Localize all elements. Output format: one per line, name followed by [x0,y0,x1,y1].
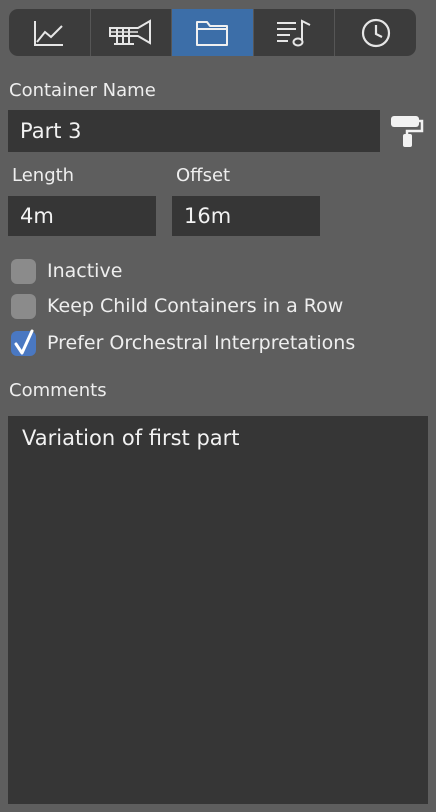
tab-timing[interactable] [335,9,416,56]
comments-textarea[interactable]: Variation of first part [8,416,428,804]
offset-field[interactable]: 16m [172,196,320,236]
tab-container[interactable] [172,9,254,56]
paint-roller-icon[interactable] [389,113,425,153]
tab-arrangement[interactable] [254,9,336,56]
keep-row-checkbox[interactable] [11,293,36,319]
clock-icon [359,17,393,49]
length-field[interactable]: 4m [8,196,156,236]
orchestral-option[interactable]: Prefer Orchestral Interpretations [11,329,356,356]
tab-automation[interactable] [9,9,91,56]
music-list-icon [274,17,314,49]
inspector-toolbar [9,9,416,56]
offset-label: Offset [176,165,231,186]
keep-row-option[interactable]: Keep Child Containers in a Row [11,293,343,319]
orchestral-checkbox[interactable] [11,329,36,356]
comments-label: Comments [9,380,107,401]
chart-line-icon [32,18,66,48]
inactive-option[interactable]: Inactive [11,258,122,284]
inactive-checkbox[interactable] [11,258,36,284]
folder-icon [194,18,230,48]
container-name-label: Container Name [9,80,156,101]
tab-instrument[interactable] [91,9,173,56]
keep-row-label: Keep Child Containers in a Row [47,295,344,317]
trumpet-icon [108,18,154,48]
inspector-panel: Container Name Part 3 Length 4m Offset 1… [0,0,436,812]
inactive-label: Inactive [47,260,123,282]
orchestral-label: Prefer Orchestral Interpretations [47,332,356,354]
length-label: Length [12,165,75,186]
container-name-field[interactable]: Part 3 [8,110,380,152]
